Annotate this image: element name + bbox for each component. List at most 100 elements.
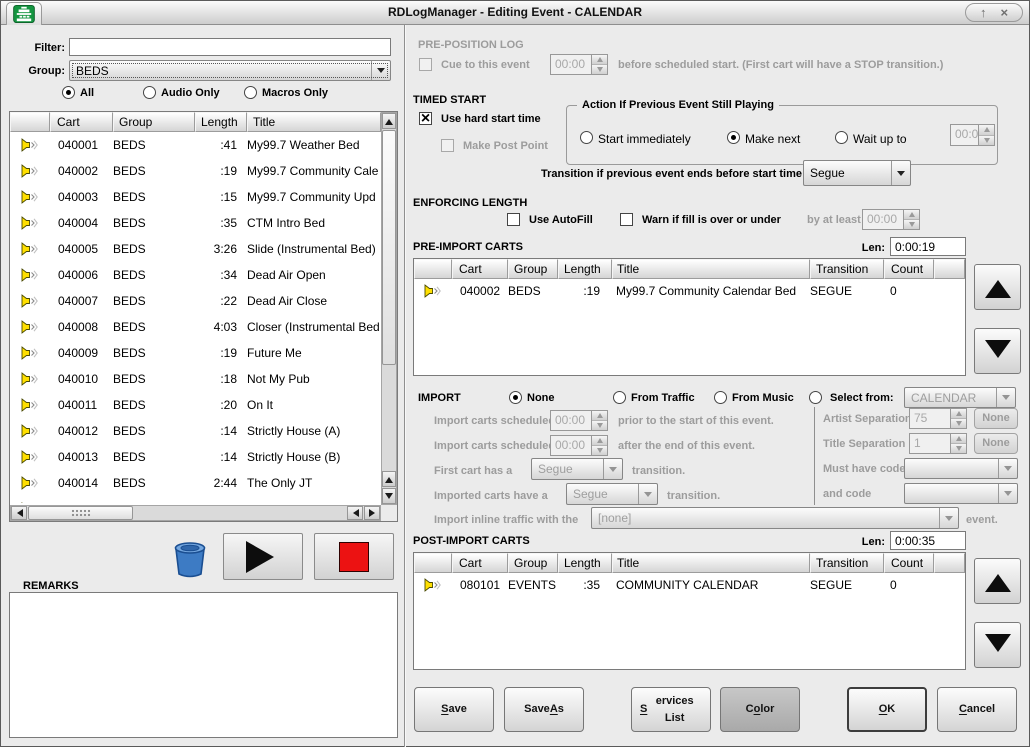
cart-row[interactable]: 040007 BEDS :22 Dead Air Close <box>10 288 381 314</box>
warn-fill-checkbox[interactable] <box>620 213 633 226</box>
spin-down-icon <box>951 419 966 428</box>
pre-import-len-input[interactable] <box>890 237 966 256</box>
post-import-row[interactable]: 080101 EVENTS :35 COMMUNITY CALENDAR SEG… <box>414 573 965 597</box>
scroll-up-button[interactable] <box>382 113 396 129</box>
radio-start-immediately[interactable] <box>580 131 593 144</box>
cart-row[interactable]: 040002 BEDS :19 My99.7 Community Cale <box>10 158 381 184</box>
vertical-scroll-thumb[interactable] <box>382 130 396 365</box>
header-group[interactable]: Group <box>508 259 558 279</box>
header-group[interactable]: Group <box>508 553 558 573</box>
cart-row[interactable]: 040013 BEDS :14 Strictly House (B) <box>10 444 381 470</box>
imported-carts-transition-value: Segue <box>573 487 638 501</box>
color-button[interactable]: Color <box>720 687 800 732</box>
radio-start-immediately-label: Start immediately <box>598 132 691 146</box>
post-import-len-input[interactable] <box>890 531 966 550</box>
cart-row[interactable]: 040012 BEDS :14 Strictly House (A) <box>10 418 381 444</box>
scroll-up-button-2[interactable] <box>382 471 396 487</box>
radio-import-none[interactable] <box>509 391 522 404</box>
stop-button[interactable] <box>314 533 394 580</box>
header-cart[interactable]: Cart <box>452 553 508 573</box>
cart-row[interactable]: 040009 BEDS :19 Future Me <box>10 340 381 366</box>
cart-row[interactable]: 040011 BEDS :20 On It <box>10 392 381 418</box>
radio-wait-up-to[interactable] <box>835 131 848 144</box>
pre-import-move-down-button[interactable] <box>974 328 1021 374</box>
cart-row[interactable]: 040008 BEDS 4:03 Closer (Instrumental Be… <box>10 314 381 340</box>
cart-list: Cart Group Length Title 040001 BEDS <box>9 111 398 522</box>
cart-row[interactable]: 040001 BEDS :41 My99.7 Weather Bed <box>10 132 381 158</box>
header-cart[interactable]: Cart <box>50 112 113 132</box>
header-icon-col[interactable] <box>414 259 452 279</box>
cart-row[interactable]: 040003 BEDS :15 My99.7 Community Upd <box>10 184 381 210</box>
vertical-scrollbar[interactable] <box>381 112 397 505</box>
radio-import-select-from-label: Select from: <box>830 392 894 404</box>
header-length[interactable]: Length <box>558 553 612 573</box>
header-title[interactable]: Title <box>247 112 381 132</box>
header-title[interactable]: Title <box>612 259 810 279</box>
cart-row-partial[interactable]: 040015 BEDS Trailing <box>10 496 381 503</box>
maximize-icon[interactable]: ↑ <box>980 6 987 19</box>
header-count[interactable]: Count <box>884 259 934 279</box>
cell-length: :34 <box>195 268 247 282</box>
cart-row[interactable]: 040005 BEDS 3:26 Slide (Instrumental Bed… <box>10 236 381 262</box>
pre-import-move-up-button[interactable] <box>974 264 1021 310</box>
radio-macros-only[interactable] <box>244 86 257 99</box>
ok-button[interactable]: OK <box>847 687 927 732</box>
group-combobox[interactable]: BEDS <box>69 60 391 81</box>
scroll-left-button-2[interactable] <box>347 506 363 520</box>
speaker-icon <box>10 372 50 386</box>
close-icon[interactable]: × <box>1000 6 1008 19</box>
horizontal-scrollbar[interactable] <box>10 505 381 521</box>
imported-carts-prefix: Imported carts have a <box>434 490 548 502</box>
cell-title: My99.7 Community Cale <box>247 164 381 178</box>
save-button[interactable]: Save <box>414 687 494 732</box>
cart-row[interactable]: 040006 BEDS :34 Dead Air Open <box>10 262 381 288</box>
play-button[interactable] <box>223 533 303 580</box>
services-list-button[interactable]: Services List <box>631 687 711 732</box>
header-transition[interactable]: Transition <box>810 553 884 573</box>
radio-all[interactable] <box>62 86 75 99</box>
radio-audio-only[interactable] <box>143 86 156 99</box>
save-as-button[interactable]: Save As <box>504 687 584 732</box>
import-divider <box>814 407 815 505</box>
radio-import-music[interactable] <box>714 391 727 404</box>
post-import-section-label: POST-IMPORT CARTS <box>413 535 530 547</box>
post-import-move-down-button[interactable] <box>974 622 1021 668</box>
group-label: Group: <box>9 65 65 77</box>
use-autofill-checkbox[interactable] <box>507 213 520 226</box>
wait-time-spinbox: 00:00 <box>950 124 995 146</box>
cart-row[interactable]: 040004 BEDS :35 CTM Intro Bed <box>10 210 381 236</box>
spin-up-icon <box>979 125 994 136</box>
filter-input[interactable] <box>69 38 391 56</box>
radio-import-traffic[interactable] <box>613 391 626 404</box>
cart-row[interactable]: 040010 BEDS :18 Not My Pub <box>10 366 381 392</box>
remarks-input[interactable] <box>9 592 398 738</box>
radio-make-next[interactable] <box>727 131 740 144</box>
cancel-button[interactable]: Cancel <box>937 687 1017 732</box>
scroll-left-button[interactable] <box>11 506 27 520</box>
cell-cart: 040014 <box>50 476 113 490</box>
cell-cart: 040011 <box>50 398 113 412</box>
transition-combobox[interactable]: Segue <box>803 160 911 186</box>
header-cart[interactable]: Cart <box>452 259 508 279</box>
header-length[interactable]: Length <box>195 112 247 132</box>
header-group[interactable]: Group <box>113 112 195 132</box>
header-count[interactable]: Count <box>884 553 934 573</box>
pre-import-row[interactable]: 040002 BEDS :19 My99.7 Community Calenda… <box>414 279 965 303</box>
horizontal-scroll-thumb[interactable] <box>28 506 133 520</box>
header-transition[interactable]: Transition <box>810 259 884 279</box>
scroll-right-button[interactable] <box>364 506 380 520</box>
post-import-move-up-button[interactable] <box>974 558 1021 604</box>
header-length[interactable]: Length <box>558 259 612 279</box>
header-icon-col[interactable] <box>414 553 452 573</box>
scroll-down-button[interactable] <box>382 488 396 504</box>
header-title[interactable]: Title <box>612 553 810 573</box>
chevron-down-icon <box>996 388 1015 407</box>
use-hard-start-checkbox[interactable] <box>419 112 432 125</box>
cart-row[interactable]: 040014 BEDS 2:44 The Only JT <box>10 470 381 496</box>
header-icon-col[interactable] <box>10 112 50 132</box>
chevron-down-icon <box>638 484 657 504</box>
titlebar[interactable]: RDLogManager - Editing Event - CALENDAR … <box>1 1 1029 25</box>
trash-icon[interactable] <box>171 538 209 585</box>
chevron-down-icon <box>891 161 910 185</box>
radio-import-select-from[interactable] <box>809 391 822 404</box>
